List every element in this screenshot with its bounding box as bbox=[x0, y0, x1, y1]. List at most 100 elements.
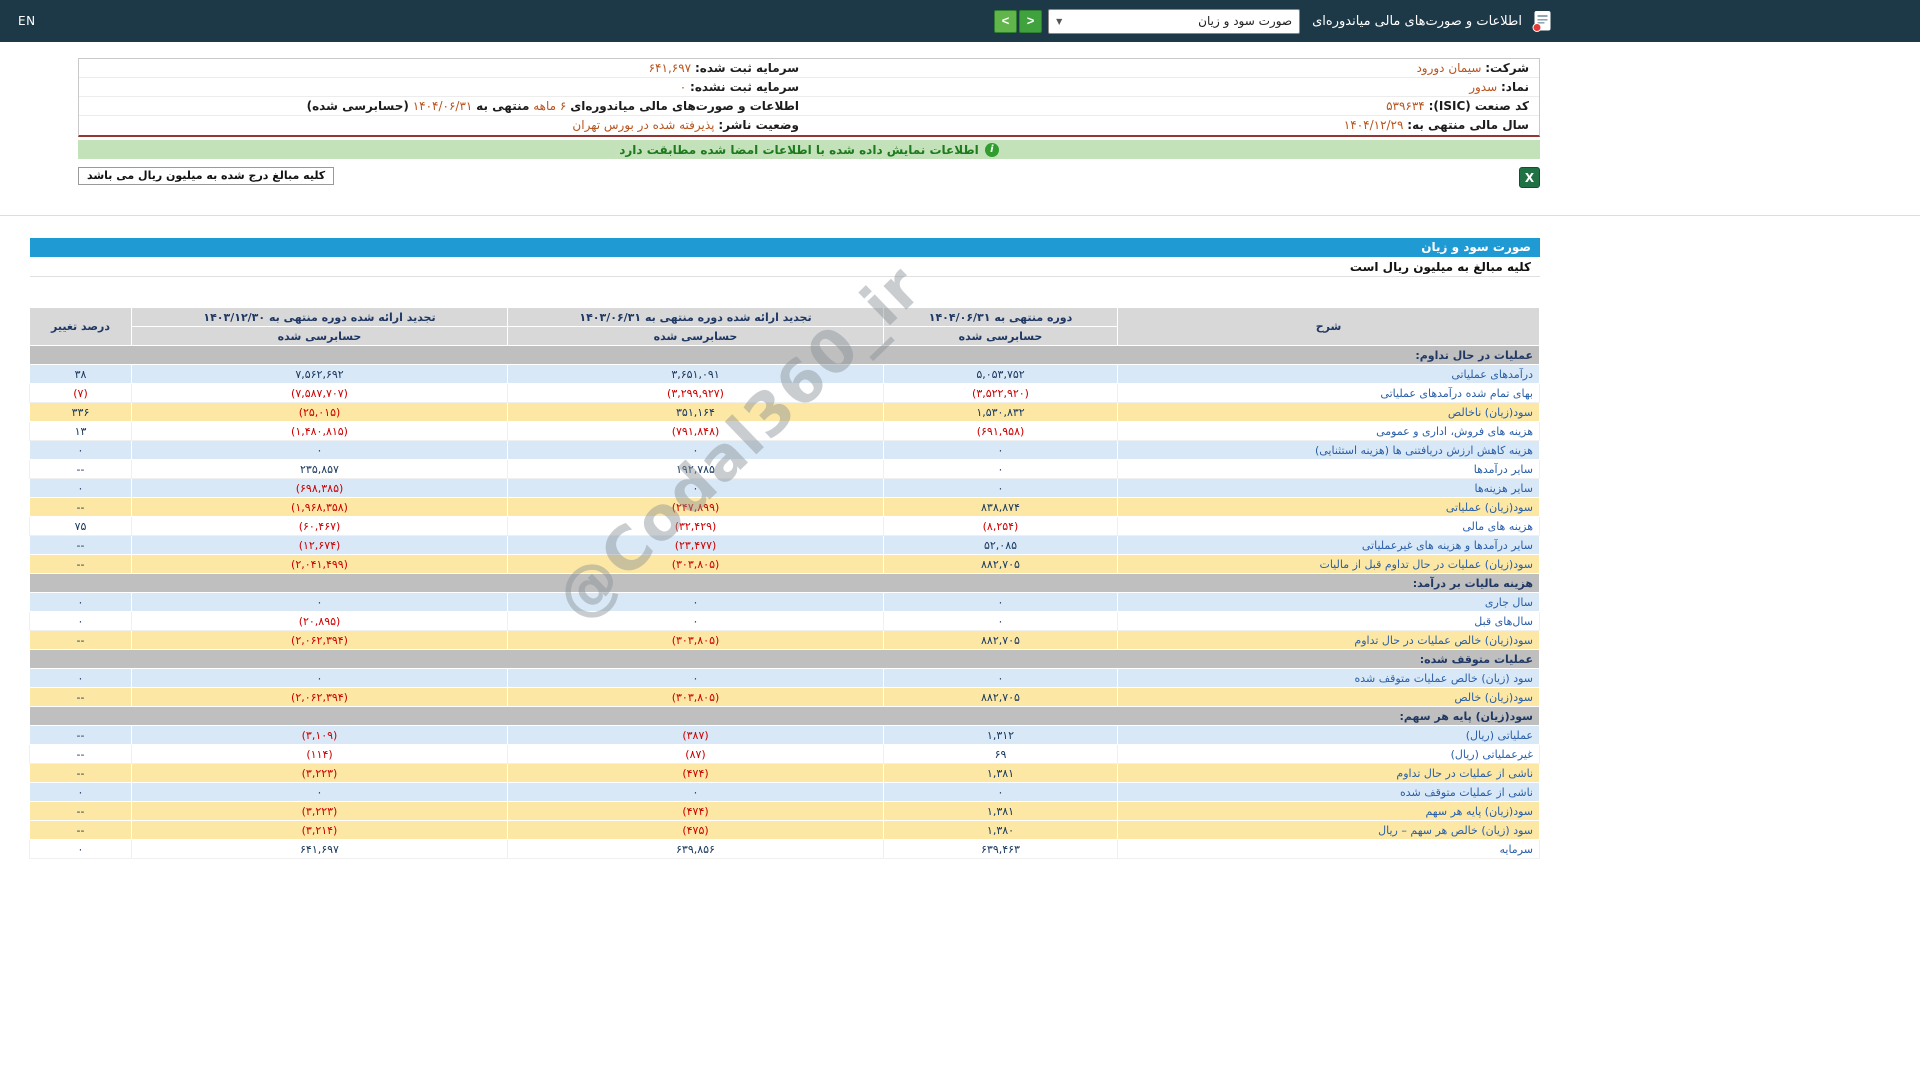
data-row: سال جاری ۰ ۰ ۰ ۰ bbox=[29, 592, 1540, 612]
statement-title-bar: صورت سود و زیان bbox=[30, 238, 1540, 257]
value-cell: ۶۹ bbox=[883, 744, 1118, 764]
row-label[interactable]: سود(زیان) خالص bbox=[1117, 687, 1540, 707]
row-label[interactable]: درآمدهای عملیاتی bbox=[1117, 364, 1540, 384]
topbar-controls: < > ▼ صورت سود و زیان اطلاعات و صورت‌های… bbox=[994, 8, 1552, 34]
value-cell: (۳,۲۹۹,۹۲۷) bbox=[507, 383, 884, 403]
value-cell: (۱۱۴) bbox=[131, 744, 508, 764]
section-label: سود(زیان) پایه هر سهم: bbox=[29, 706, 1540, 726]
change-cell: -- bbox=[29, 763, 132, 783]
row-label[interactable]: سود(زیان) خالص عملیات در حال تداوم bbox=[1117, 630, 1540, 650]
row-label[interactable]: ناشی از عملیات در حال تداوم bbox=[1117, 763, 1540, 783]
nav-next-button[interactable]: > bbox=[1019, 9, 1043, 33]
nav-prev-button[interactable]: < bbox=[994, 9, 1018, 33]
value-cell: ۰ bbox=[507, 440, 884, 460]
change-cell: ۰ bbox=[29, 440, 132, 460]
language-toggle[interactable]: EN bbox=[18, 14, 36, 28]
data-row: هزینه کاهش ارزش دریافتنی ها (هزینه استثن… bbox=[29, 440, 1540, 460]
data-row: سود(زیان) ناخالص ۱,۵۳۰,۸۳۲ ۳۵۱,۱۶۴ (۲۵,۰۱۵)… bbox=[29, 402, 1540, 422]
value-cell: ۳,۶۵۱,۰۹۱ bbox=[507, 364, 884, 384]
value-cell: ۰ bbox=[883, 611, 1118, 631]
row-label[interactable]: غیرعملیاتی (ریال) bbox=[1117, 744, 1540, 764]
topbar: EN < > ▼ صورت سود و زیان اطلاعات و صورت‌… bbox=[0, 0, 1920, 42]
row-label[interactable]: بهای تمام شده درآمدهای عملیاتی bbox=[1117, 383, 1540, 403]
value-cell: ۵,۰۵۳,۷۵۲ bbox=[883, 364, 1118, 384]
value-cell: (۳۰۳,۸۰۵) bbox=[507, 687, 884, 707]
row-label[interactable]: سود(زیان) عملیاتی bbox=[1117, 497, 1540, 517]
row-label[interactable]: سایر درآمدها و هزینه های غیرعملیاتی bbox=[1117, 535, 1540, 555]
value-cell: (۱,۹۶۸,۳۵۸) bbox=[131, 497, 508, 517]
income-statement-table: شرح دوره منتهی به ۱۴۰۴/۰۶/۳۱ تجدید ارائه… bbox=[29, 307, 1540, 859]
company-info-row: سرمایه ثبت نشده: ۰ bbox=[79, 78, 809, 97]
row-label[interactable]: هزینه کاهش ارزش دریافتنی ها (هزینه استثن… bbox=[1117, 440, 1540, 460]
row-label[interactable]: سود(زیان) عملیات در حال تداوم قبل از مال… bbox=[1117, 554, 1540, 574]
col-header-current-period: دوره منتهی به ۱۴۰۴/۰۶/۳۱ bbox=[883, 307, 1118, 327]
section-label: عملیات متوقف شده: bbox=[29, 649, 1540, 669]
value-cell: ۲۳۵,۸۵۷ bbox=[131, 459, 508, 479]
change-cell: ۰ bbox=[29, 782, 132, 802]
signature-match-banner: i اطلاعات نمایش داده شده با اطلاعات امضا… bbox=[78, 140, 1540, 159]
value-cell: (۶۹۸,۳۸۵) bbox=[131, 478, 508, 498]
value-cell: ۰ bbox=[507, 668, 884, 688]
value-cell: (۳,۲۲۳) bbox=[131, 801, 508, 821]
change-cell: -- bbox=[29, 744, 132, 764]
row-label[interactable]: سرمایه bbox=[1117, 839, 1540, 859]
value-cell: ۰ bbox=[507, 592, 884, 612]
row-label[interactable]: سود(زیان) ناخالص bbox=[1117, 402, 1540, 422]
data-row: غیرعملیاتی (ریال) ۶۹ (۸۷) (۱۱۴) -- bbox=[29, 744, 1540, 764]
row-label[interactable]: عملیاتی (ریال) bbox=[1117, 725, 1540, 745]
excel-export-icon[interactable]: X bbox=[1519, 167, 1540, 188]
value-cell: (۸۷) bbox=[507, 744, 884, 764]
change-cell: (۷) bbox=[29, 383, 132, 403]
row-label[interactable]: سود (زیان) خالص هر سهم – ریال bbox=[1117, 820, 1540, 840]
info-label: سرمایه ثبت شده: bbox=[694, 61, 799, 75]
row-label[interactable]: سال‌های قبل bbox=[1117, 611, 1540, 631]
row-label[interactable]: سال جاری bbox=[1117, 592, 1540, 612]
audited-subheader: حسابرسی شده bbox=[131, 326, 508, 346]
data-row: سود(زیان) پایه هر سهم ۱,۳۸۱ (۴۷۴) (۳,۲۲۳) -- bbox=[29, 801, 1540, 821]
value-cell: ۷,۵۶۲,۶۹۲ bbox=[131, 364, 508, 384]
statement-type-select[interactable]: ▼ صورت سود و زیان bbox=[1048, 8, 1301, 34]
tools-row: کلیه مبالغ درج شده به میلیون ریال می باش… bbox=[78, 167, 1540, 188]
value-cell: ۰ bbox=[883, 440, 1118, 460]
row-label[interactable]: هزینه های مالی bbox=[1117, 516, 1540, 536]
value-cell: (۷,۵۸۷,۷۰۷) bbox=[131, 383, 508, 403]
change-cell: ۰ bbox=[29, 592, 132, 612]
row-label[interactable]: سود (زیان) خالص عملیات متوقف شده bbox=[1117, 668, 1540, 688]
value-cell: (۲۳,۴۷۷) bbox=[507, 535, 884, 555]
value-cell: (۲۴۷,۸۹۹) bbox=[507, 497, 884, 517]
row-label[interactable]: سایر درآمدها bbox=[1117, 459, 1540, 479]
change-cell: -- bbox=[29, 535, 132, 555]
row-label[interactable]: ناشی از عملیات متوقف شده bbox=[1117, 782, 1540, 802]
value-cell: ۶۳۹,۴۶۳ bbox=[883, 839, 1118, 859]
section-divider bbox=[0, 215, 1920, 216]
value-cell: ۱,۳۱۲ bbox=[883, 725, 1118, 745]
info-label: منتهی به bbox=[476, 99, 530, 113]
value-cell: (۳۰۳,۸۰۵) bbox=[507, 554, 884, 574]
value-cell: (۲,۰۶۲,۳۹۴) bbox=[131, 687, 508, 707]
value-cell: (۸,۲۵۴) bbox=[883, 516, 1118, 536]
value-cell: ۰ bbox=[507, 782, 884, 802]
value-cell: ۸۸۲,۷۰۵ bbox=[883, 554, 1118, 574]
value-cell: (۱۲,۶۷۴) bbox=[131, 535, 508, 555]
announcement-icon[interactable] bbox=[1532, 10, 1552, 32]
change-cell: ۱۳ bbox=[29, 421, 132, 441]
value-cell: (۲,۰۶۲,۳۹۴) bbox=[131, 630, 508, 650]
row-label[interactable]: سایر هزینه‌ها bbox=[1117, 478, 1540, 498]
info-label: کد صنعت (ISIC): bbox=[1428, 99, 1529, 113]
value-cell: ۶۴۱,۶۹۷ bbox=[131, 839, 508, 859]
change-cell: -- bbox=[29, 725, 132, 745]
info-value: ۰ bbox=[679, 80, 687, 94]
company-info-row: شرکت: سیمان دورود bbox=[809, 59, 1539, 78]
value-cell: (۳۸۷) bbox=[507, 725, 884, 745]
col-header-restated-prior-period: تجدید ارائه شده دوره منتهی به ۱۴۰۳/۰۶/۳۱ bbox=[507, 307, 884, 327]
data-row: هزینه های مالی (۸,۲۵۴) (۳۲,۴۲۹) (۶۰,۴۶۷) ۷۵ bbox=[29, 516, 1540, 536]
change-cell: -- bbox=[29, 820, 132, 840]
value-cell: ۰ bbox=[883, 668, 1118, 688]
value-cell: ۰ bbox=[507, 478, 884, 498]
info-label: شرکت: bbox=[1485, 61, 1529, 75]
change-cell: ۷۵ bbox=[29, 516, 132, 536]
row-label[interactable]: سود(زیان) پایه هر سهم bbox=[1117, 801, 1540, 821]
value-cell: (۲۵,۰۱۵) bbox=[131, 402, 508, 422]
row-label[interactable]: هزینه های فروش، اداری و عمومی bbox=[1117, 421, 1540, 441]
company-info-row: نماد: سدور bbox=[809, 78, 1539, 97]
